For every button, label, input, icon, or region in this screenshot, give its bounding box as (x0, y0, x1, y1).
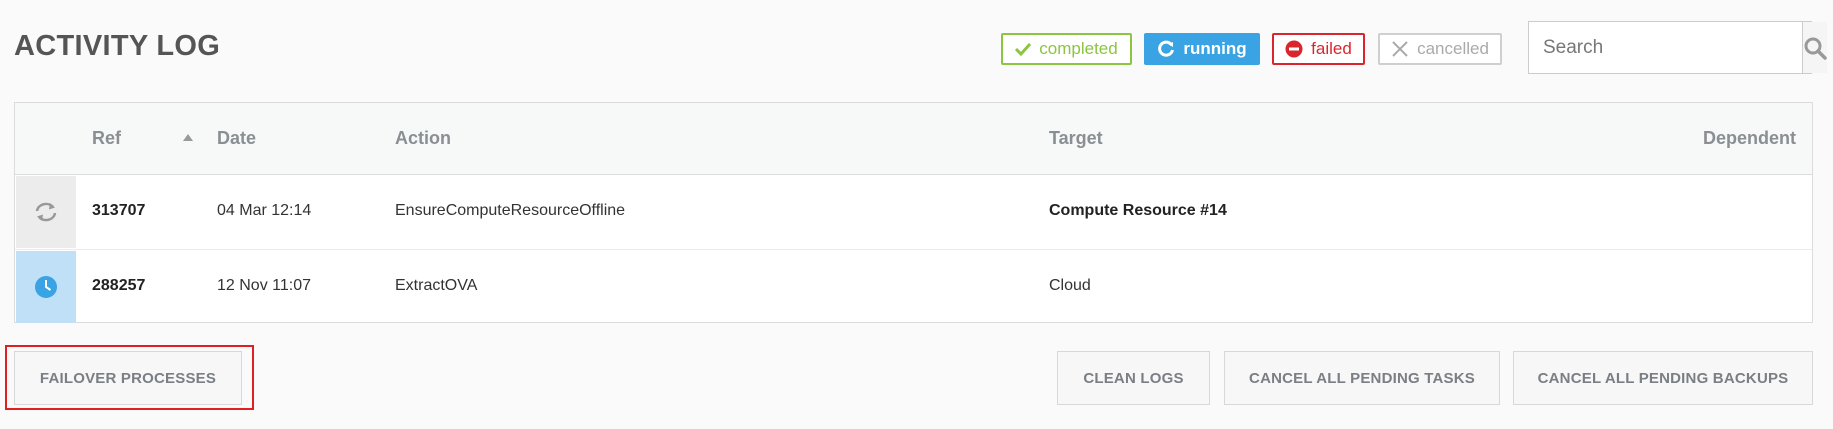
page-title: ACTIVITY LOG (14, 30, 221, 62)
row-date: 04 Mar 12:14 (217, 202, 312, 219)
refresh-icon (1158, 40, 1175, 57)
row-ref[interactable]: 288257 (92, 277, 145, 295)
activity-table: Ref Date Action Target Dependent 313707 … (14, 102, 1813, 323)
filter-failed-label: failed (1311, 39, 1352, 58)
search-icon (1804, 37, 1827, 60)
row-action: ExtractOVA (395, 277, 478, 294)
row-date: 12 Nov 11:07 (217, 277, 311, 294)
search-input[interactable] (1529, 22, 1802, 73)
cancel-pending-tasks-button[interactable]: CANCEL ALL PENDING TASKS (1224, 351, 1500, 405)
table-row[interactable]: 288257 12 Nov 11:07 ExtractOVA Cloud (15, 250, 1812, 324)
activity-log-page: ACTIVITY LOG completed running failed ca… (0, 0, 1833, 429)
no-entry-icon (1285, 40, 1303, 58)
row-action: EnsureComputeResourceOffline (395, 202, 626, 219)
row-ref[interactable]: 313707 (92, 202, 145, 220)
column-header-dependent[interactable]: Dependent (1703, 128, 1796, 149)
column-header-date[interactable]: Date (217, 128, 256, 149)
sort-ascending-icon (183, 134, 193, 141)
refresh-icon (35, 202, 57, 222)
column-header-target[interactable]: Target (1049, 128, 1103, 149)
filter-cancelled-button[interactable]: cancelled (1378, 33, 1502, 65)
row-status-pending (16, 251, 76, 323)
check-icon (1015, 42, 1032, 56)
search-box (1528, 21, 1827, 74)
clean-logs-button[interactable]: CLEAN LOGS (1057, 351, 1210, 405)
row-status-running (16, 176, 76, 248)
clock-icon (35, 276, 57, 298)
filter-running-button[interactable]: running (1144, 33, 1260, 65)
column-header-ref[interactable]: Ref (92, 128, 121, 149)
x-icon (1392, 41, 1408, 57)
filter-completed-label: completed (1039, 39, 1118, 58)
search-button[interactable] (1802, 22, 1827, 73)
column-header-action[interactable]: Action (395, 128, 451, 149)
table-header: Ref Date Action Target Dependent (15, 103, 1812, 175)
filter-cancelled-label: cancelled (1417, 39, 1489, 58)
filter-failed-button[interactable]: failed (1272, 33, 1365, 65)
filter-completed-button[interactable]: completed (1001, 33, 1132, 65)
cancel-pending-backups-button[interactable]: CANCEL ALL PENDING BACKUPS (1513, 351, 1813, 405)
highlight-annotation (5, 345, 254, 410)
filter-running-label: running (1183, 39, 1247, 58)
row-target: Cloud (1049, 277, 1091, 294)
row-target[interactable]: Compute Resource #14 (1049, 202, 1227, 220)
table-row[interactable]: 313707 04 Mar 12:14 EnsureComputeResourc… (15, 175, 1812, 250)
